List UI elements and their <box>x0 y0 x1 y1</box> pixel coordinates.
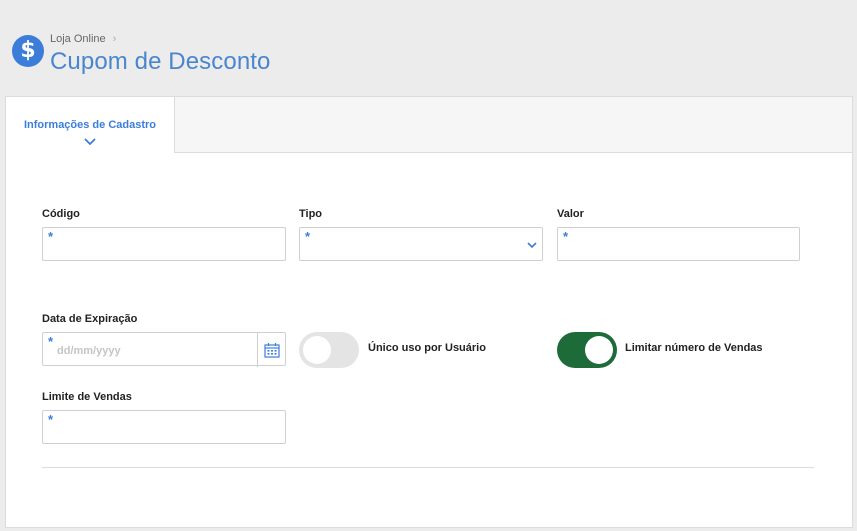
codigo-label: Código <box>42 208 80 220</box>
calendar-button[interactable] <box>257 333 285 367</box>
tipo-label: Tipo <box>299 208 323 220</box>
data-expiracao-input[interactable]: * dd/mm/yyyy <box>42 332 286 367</box>
required-mark: * <box>48 334 54 349</box>
unico-uso-label: Único uso por Usuário <box>368 342 486 354</box>
page-header: $ Loja Online › Cupom de Desconto <box>0 0 857 96</box>
toggle-knob <box>303 336 331 364</box>
divider <box>42 467 814 468</box>
limitar-vendas-toggle[interactable] <box>557 332 617 368</box>
limite-vendas-label: Limite de Vendas <box>42 391 132 403</box>
required-mark: * <box>48 229 54 244</box>
dollar-icon: $ <box>12 35 44 67</box>
tipo-select[interactable]: * <box>299 227 543 261</box>
required-mark: * <box>48 412 54 427</box>
data-expiracao-label: Data de Expiração <box>42 313 138 325</box>
required-mark: * <box>563 229 569 244</box>
chevron-down-icon <box>527 242 537 249</box>
breadcrumb-item-loja-online[interactable]: Loja Online <box>50 33 106 45</box>
limitar-vendas-label: Limitar número de Vendas <box>625 342 763 354</box>
valor-label: Valor <box>557 208 584 220</box>
toggle-knob <box>585 336 613 364</box>
valor-input[interactable]: * <box>557 227 800 261</box>
tab-label: Informações de Cadastro <box>23 119 157 131</box>
date-placeholder: dd/mm/yyyy <box>57 345 121 357</box>
breadcrumb: Loja Online › <box>50 33 116 45</box>
chevron-down-icon <box>84 138 96 146</box>
page-title: Cupom de Desconto <box>50 48 271 75</box>
unico-uso-toggle[interactable] <box>299 332 359 368</box>
calendar-icon <box>264 343 280 358</box>
limite-vendas-input[interactable]: * <box>42 410 286 444</box>
tab-informacoes-cadastro[interactable]: Informações de Cadastro <box>6 97 175 153</box>
required-mark: * <box>305 229 311 244</box>
form-panel: Informações de Cadastro Código * Tipo * … <box>5 96 853 528</box>
codigo-input[interactable]: * <box>42 227 286 261</box>
chevron-right-icon: › <box>112 33 117 45</box>
tabs-bar: Informações de Cadastro <box>6 97 852 153</box>
